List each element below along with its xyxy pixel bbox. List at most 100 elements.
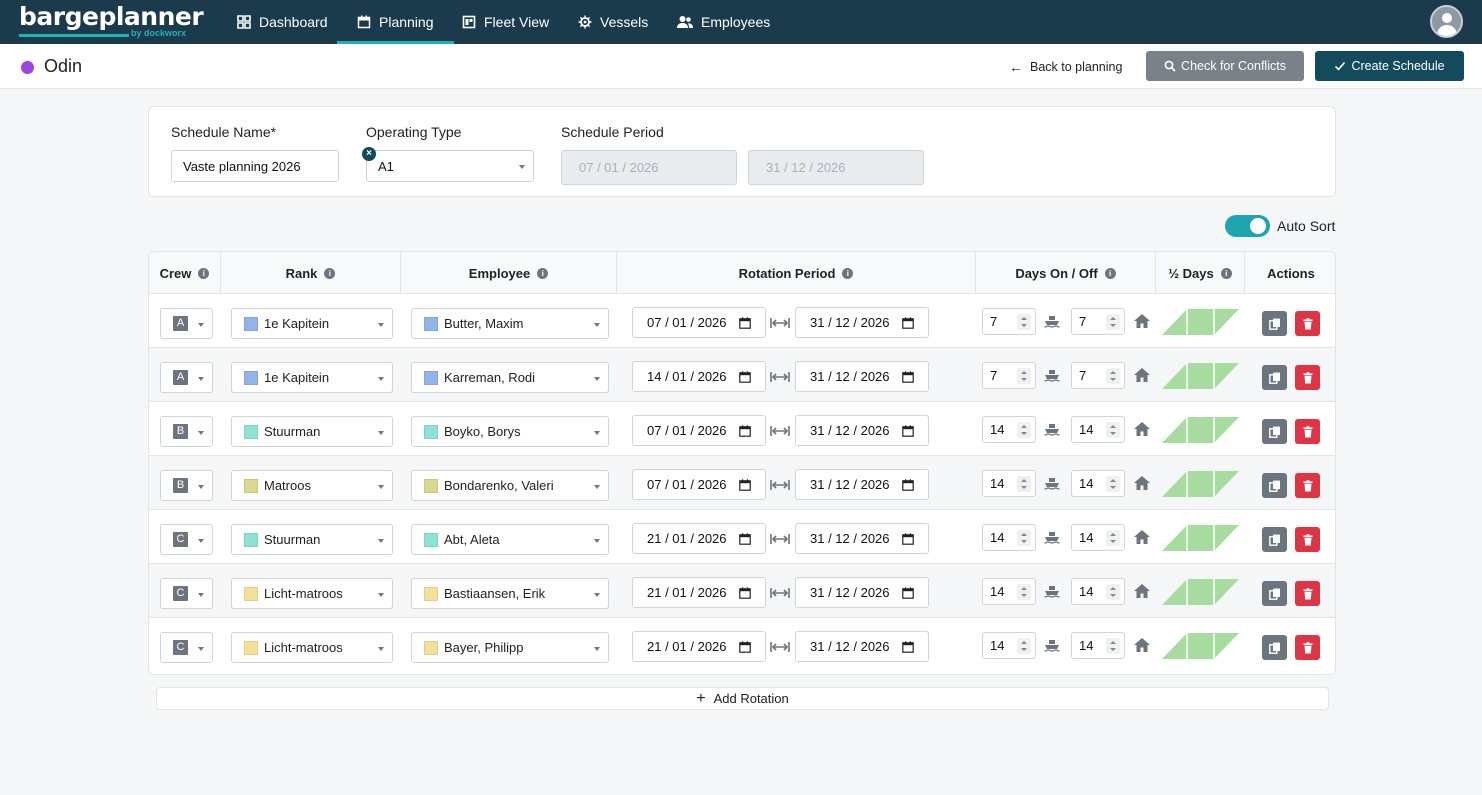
link-dates-icon[interactable] xyxy=(770,425,790,437)
link-dates-icon[interactable] xyxy=(770,587,790,599)
duplicate-button[interactable] xyxy=(1262,419,1287,444)
rotation-end-date[interactable]: 31 / 12 / 2026 xyxy=(795,631,929,662)
employee-select[interactable]: Boyko, Borys xyxy=(411,416,609,447)
days-on-input[interactable]: 14 xyxy=(982,578,1036,605)
stepper-icon[interactable] xyxy=(1017,638,1031,654)
delete-button[interactable] xyxy=(1295,635,1320,660)
rotation-end-date[interactable]: 31 / 12 / 2026 xyxy=(795,307,929,338)
stepper-icon[interactable] xyxy=(1017,422,1031,438)
stepper-icon[interactable] xyxy=(1017,584,1031,600)
calendar-icon[interactable] xyxy=(739,641,751,653)
duplicate-button[interactable] xyxy=(1262,581,1287,606)
half-days-indicator[interactable] xyxy=(1162,633,1239,659)
user-avatar[interactable] xyxy=(1430,5,1463,38)
calendar-icon[interactable] xyxy=(739,371,751,383)
days-on-input[interactable]: 7 xyxy=(982,308,1036,335)
employee-select[interactable]: Bondarenko, Valeri xyxy=(411,470,609,501)
delete-button[interactable] xyxy=(1295,473,1320,498)
days-off-input[interactable]: 14 xyxy=(1071,470,1125,497)
half-days-indicator[interactable] xyxy=(1162,579,1239,605)
days-on-input[interactable]: 14 xyxy=(982,470,1036,497)
duplicate-button[interactable] xyxy=(1262,311,1287,336)
days-off-input[interactable]: 7 xyxy=(1071,308,1125,335)
link-dates-icon[interactable] xyxy=(770,641,790,653)
nav-planning[interactable]: Planning xyxy=(337,0,454,44)
calendar-icon[interactable] xyxy=(739,425,751,437)
calendar-icon[interactable] xyxy=(739,587,751,599)
check-conflicts-button[interactable]: Check for Conflicts xyxy=(1146,51,1304,81)
rotation-end-date[interactable]: 31 / 12 / 2026 xyxy=(795,523,929,554)
add-rotation-button[interactable]: + Add Rotation xyxy=(156,687,1329,710)
info-icon[interactable]: i xyxy=(842,267,854,279)
rank-select[interactable]: Matroos xyxy=(231,470,393,501)
duplicate-button[interactable] xyxy=(1262,473,1287,498)
delete-button[interactable] xyxy=(1295,527,1320,552)
delete-button[interactable] xyxy=(1295,581,1320,606)
info-icon[interactable]: i xyxy=(324,267,336,279)
days-off-input[interactable]: 14 xyxy=(1071,416,1125,443)
half-days-indicator[interactable] xyxy=(1162,471,1239,497)
rotation-start-date[interactable]: 07 / 01 / 2026 xyxy=(632,307,766,338)
stepper-icon[interactable] xyxy=(1106,476,1120,492)
nav-dashboard[interactable]: Dashboard xyxy=(237,0,328,44)
operating-type-select[interactable]: A1 xyxy=(366,150,534,182)
link-dates-icon[interactable] xyxy=(770,533,790,545)
rank-select[interactable]: Stuurman xyxy=(231,524,393,555)
rotation-start-date[interactable]: 07 / 01 / 2026 xyxy=(632,415,766,446)
days-on-input[interactable]: 14 xyxy=(982,416,1036,443)
stepper-icon[interactable] xyxy=(1017,530,1031,546)
employee-select[interactable]: Bastiaansen, Erik xyxy=(411,578,609,609)
rotation-start-date[interactable]: 21 / 01 / 2026 xyxy=(632,523,766,554)
rank-select[interactable]: 1e Kapitein xyxy=(231,362,393,393)
half-days-indicator[interactable] xyxy=(1162,309,1239,335)
delete-button[interactable] xyxy=(1295,365,1320,390)
rotation-end-date[interactable]: 31 / 12 / 2026 xyxy=(795,361,929,392)
calendar-icon[interactable] xyxy=(902,425,914,437)
rank-select[interactable]: Licht-matroos xyxy=(231,578,393,609)
rotation-end-date[interactable]: 31 / 12 / 2026 xyxy=(795,415,929,446)
crew-select[interactable]: B xyxy=(160,470,213,501)
calendar-icon[interactable] xyxy=(902,479,914,491)
duplicate-button[interactable] xyxy=(1262,635,1287,660)
rotation-end-date[interactable]: 31 / 12 / 2026 xyxy=(795,577,929,608)
calendar-icon[interactable] xyxy=(902,317,914,329)
rank-select[interactable]: Stuurman xyxy=(231,416,393,447)
brand-logo[interactable]: bargeplanner by dockworx xyxy=(19,4,204,40)
stepper-icon[interactable] xyxy=(1017,368,1031,384)
days-off-input[interactable]: 14 xyxy=(1071,578,1125,605)
info-icon[interactable]: i xyxy=(1104,267,1116,279)
info-icon[interactable]: i xyxy=(1220,267,1232,279)
crew-select[interactable]: A xyxy=(160,362,213,393)
days-on-input[interactable]: 14 xyxy=(982,524,1036,551)
duplicate-button[interactable] xyxy=(1262,527,1287,552)
calendar-icon[interactable] xyxy=(739,479,751,491)
auto-sort-toggle[interactable] xyxy=(1225,215,1270,237)
stepper-icon[interactable] xyxy=(1106,530,1120,546)
info-icon[interactable]: i xyxy=(537,267,549,279)
employee-select[interactable]: Karreman, Rodi xyxy=(411,362,609,393)
crew-select[interactable]: B xyxy=(160,416,213,447)
days-on-input[interactable]: 14 xyxy=(982,632,1036,659)
calendar-icon[interactable] xyxy=(902,641,914,653)
employee-select[interactable]: Bayer, Philipp xyxy=(411,632,609,663)
stepper-icon[interactable] xyxy=(1106,314,1120,330)
calendar-icon[interactable] xyxy=(902,533,914,545)
calendar-icon[interactable] xyxy=(902,371,914,383)
crew-select[interactable]: C xyxy=(160,524,213,555)
rank-select[interactable]: Licht-matroos xyxy=(231,632,393,663)
link-dates-icon[interactable] xyxy=(770,371,790,383)
nav-fleet-view[interactable]: Fleet View xyxy=(462,0,549,44)
days-off-input[interactable]: 14 xyxy=(1071,524,1125,551)
rank-select[interactable]: 1e Kapitein xyxy=(231,308,393,339)
employee-select[interactable]: Butter, Maxim xyxy=(411,308,609,339)
stepper-icon[interactable] xyxy=(1106,368,1120,384)
crew-select[interactable]: A xyxy=(160,308,213,339)
half-days-indicator[interactable] xyxy=(1162,525,1239,551)
rotation-end-date[interactable]: 31 / 12 / 2026 xyxy=(795,469,929,500)
nav-vessels[interactable]: Vessels xyxy=(578,0,648,44)
rotation-start-date[interactable]: 21 / 01 / 2026 xyxy=(632,577,766,608)
crew-select[interactable]: C xyxy=(160,578,213,609)
rotation-start-date[interactable]: 21 / 01 / 2026 xyxy=(632,631,766,662)
create-schedule-button[interactable]: Create Schedule xyxy=(1315,51,1464,81)
crew-select[interactable]: C xyxy=(160,632,213,663)
